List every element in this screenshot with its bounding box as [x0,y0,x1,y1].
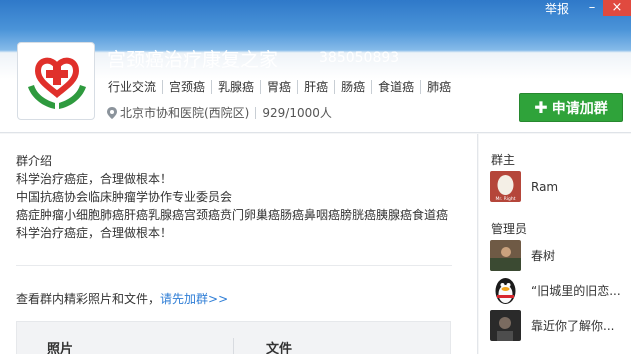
member-name: Ram [531,179,559,194]
tag-item[interactable]: 肠癌 [334,80,371,94]
photo-avatar-icon [490,310,521,341]
close-button[interactable]: × [603,0,631,16]
join-group-label: 申请加群 [551,100,608,117]
avatar: Mr. Right [490,171,521,202]
member-name: 春树 [531,249,556,263]
files-prompt: 查看群内精彩照片和文件， [16,292,161,306]
intro-title: 群介绍 [16,154,53,168]
files-prompt-row: 查看群内精彩照片和文件，请先加群>> [16,290,228,307]
tab-files[interactable]: 文件 [266,338,292,354]
tag-item[interactable]: 行业交流 [108,80,162,94]
heart-hands-logo-icon [28,57,86,109]
tag-item[interactable]: 乳腺癌 [211,80,260,94]
tab-divider [233,338,234,354]
avatar [490,310,521,341]
avatar [490,275,521,306]
tag-item[interactable]: 胃癌 [260,80,297,94]
divider [255,106,257,119]
plus-icon: ✚ [534,98,548,117]
intro-text: 科学治疗癌症，合理做根本！ 中国抗癌协会临床肿瘤学协作专业委员会 癌症肿瘤小细胞… [16,170,466,242]
member-sidebar: 群主 Mr. Right Ram 管理员 春树 “旧城里的旧恋... 靠近你了解… [479,134,631,354]
intro-line: 癌症肿瘤小细胞肺癌肝癌乳腺癌宫颈癌贲门卵巢癌肠癌鼻咽癌膀胱癌胰腺癌食道癌 [16,208,449,222]
group-location: 北京市协和医院(西院区) [120,106,250,120]
member-name: “旧城里的旧恋... [531,284,621,298]
content-tabs: 照片 文件 [16,321,451,354]
photo-avatar-icon [490,240,521,271]
admins-title: 管理员 [491,222,528,236]
admin-member[interactable]: “旧城里的旧恋... [490,275,621,306]
admin-member[interactable]: 春树 [490,240,555,271]
report-link[interactable]: 举报 [545,0,569,17]
location-pin-icon [107,106,117,119]
avatar-text: Mr. Right [495,196,515,202]
avatar [490,240,521,271]
owner-title: 群主 [491,153,516,167]
penguin-avatar-icon [490,275,521,306]
intro-line: 中国抗癌协会临床肿瘤学协作专业委员会 [16,190,233,204]
window-titlebar: 举报 – × [545,0,631,16]
group-logo [17,42,95,120]
tab-photos[interactable]: 照片 [47,338,73,354]
group-name: 宫颈癌治疗康复之家 [107,49,279,71]
join-group-button[interactable]: ✚ 申请加群 [519,93,623,122]
group-tags: 行业交流 宫颈癌 乳腺癌 胃癌 肝癌 肠癌 食道癌 肺癌 [108,80,457,94]
tag-item[interactable]: 宫颈癌 [162,80,211,94]
group-id: 385050893 [319,50,400,66]
group-header: 举报 – × 宫颈癌治疗康复之家 385050893 行业交流 宫颈癌 乳腺癌 … [0,0,631,133]
section-divider [16,265,452,266]
tag-item[interactable]: 肝癌 [297,80,334,94]
tag-item[interactable]: 食道癌 [371,80,420,94]
admin-member[interactable]: 靠近你了解你... [490,310,614,341]
member-name: 靠近你了解你... [531,319,615,333]
tag-item[interactable]: 肺癌 [420,80,457,94]
intro-line: 科学治疗癌症，合理做根本！ [16,226,173,240]
egg-avatar-icon: Mr. Right [490,171,521,202]
main-panel: 群介绍 科学治疗癌症，合理做根本！ 中国抗癌协会临床肿瘤学协作专业委员会 癌症肿… [0,134,478,354]
join-first-link[interactable]: 请先加群>> [160,292,228,306]
member-count: 929/1000人 [262,106,332,120]
minimize-button[interactable]: – [581,0,603,16]
owner-member[interactable]: Mr. Right Ram [490,171,558,202]
group-location-row: 北京市协和医院(西院区) 929/1000人 [107,104,332,121]
intro-line: 科学治疗癌症，合理做根本！ [16,172,173,186]
